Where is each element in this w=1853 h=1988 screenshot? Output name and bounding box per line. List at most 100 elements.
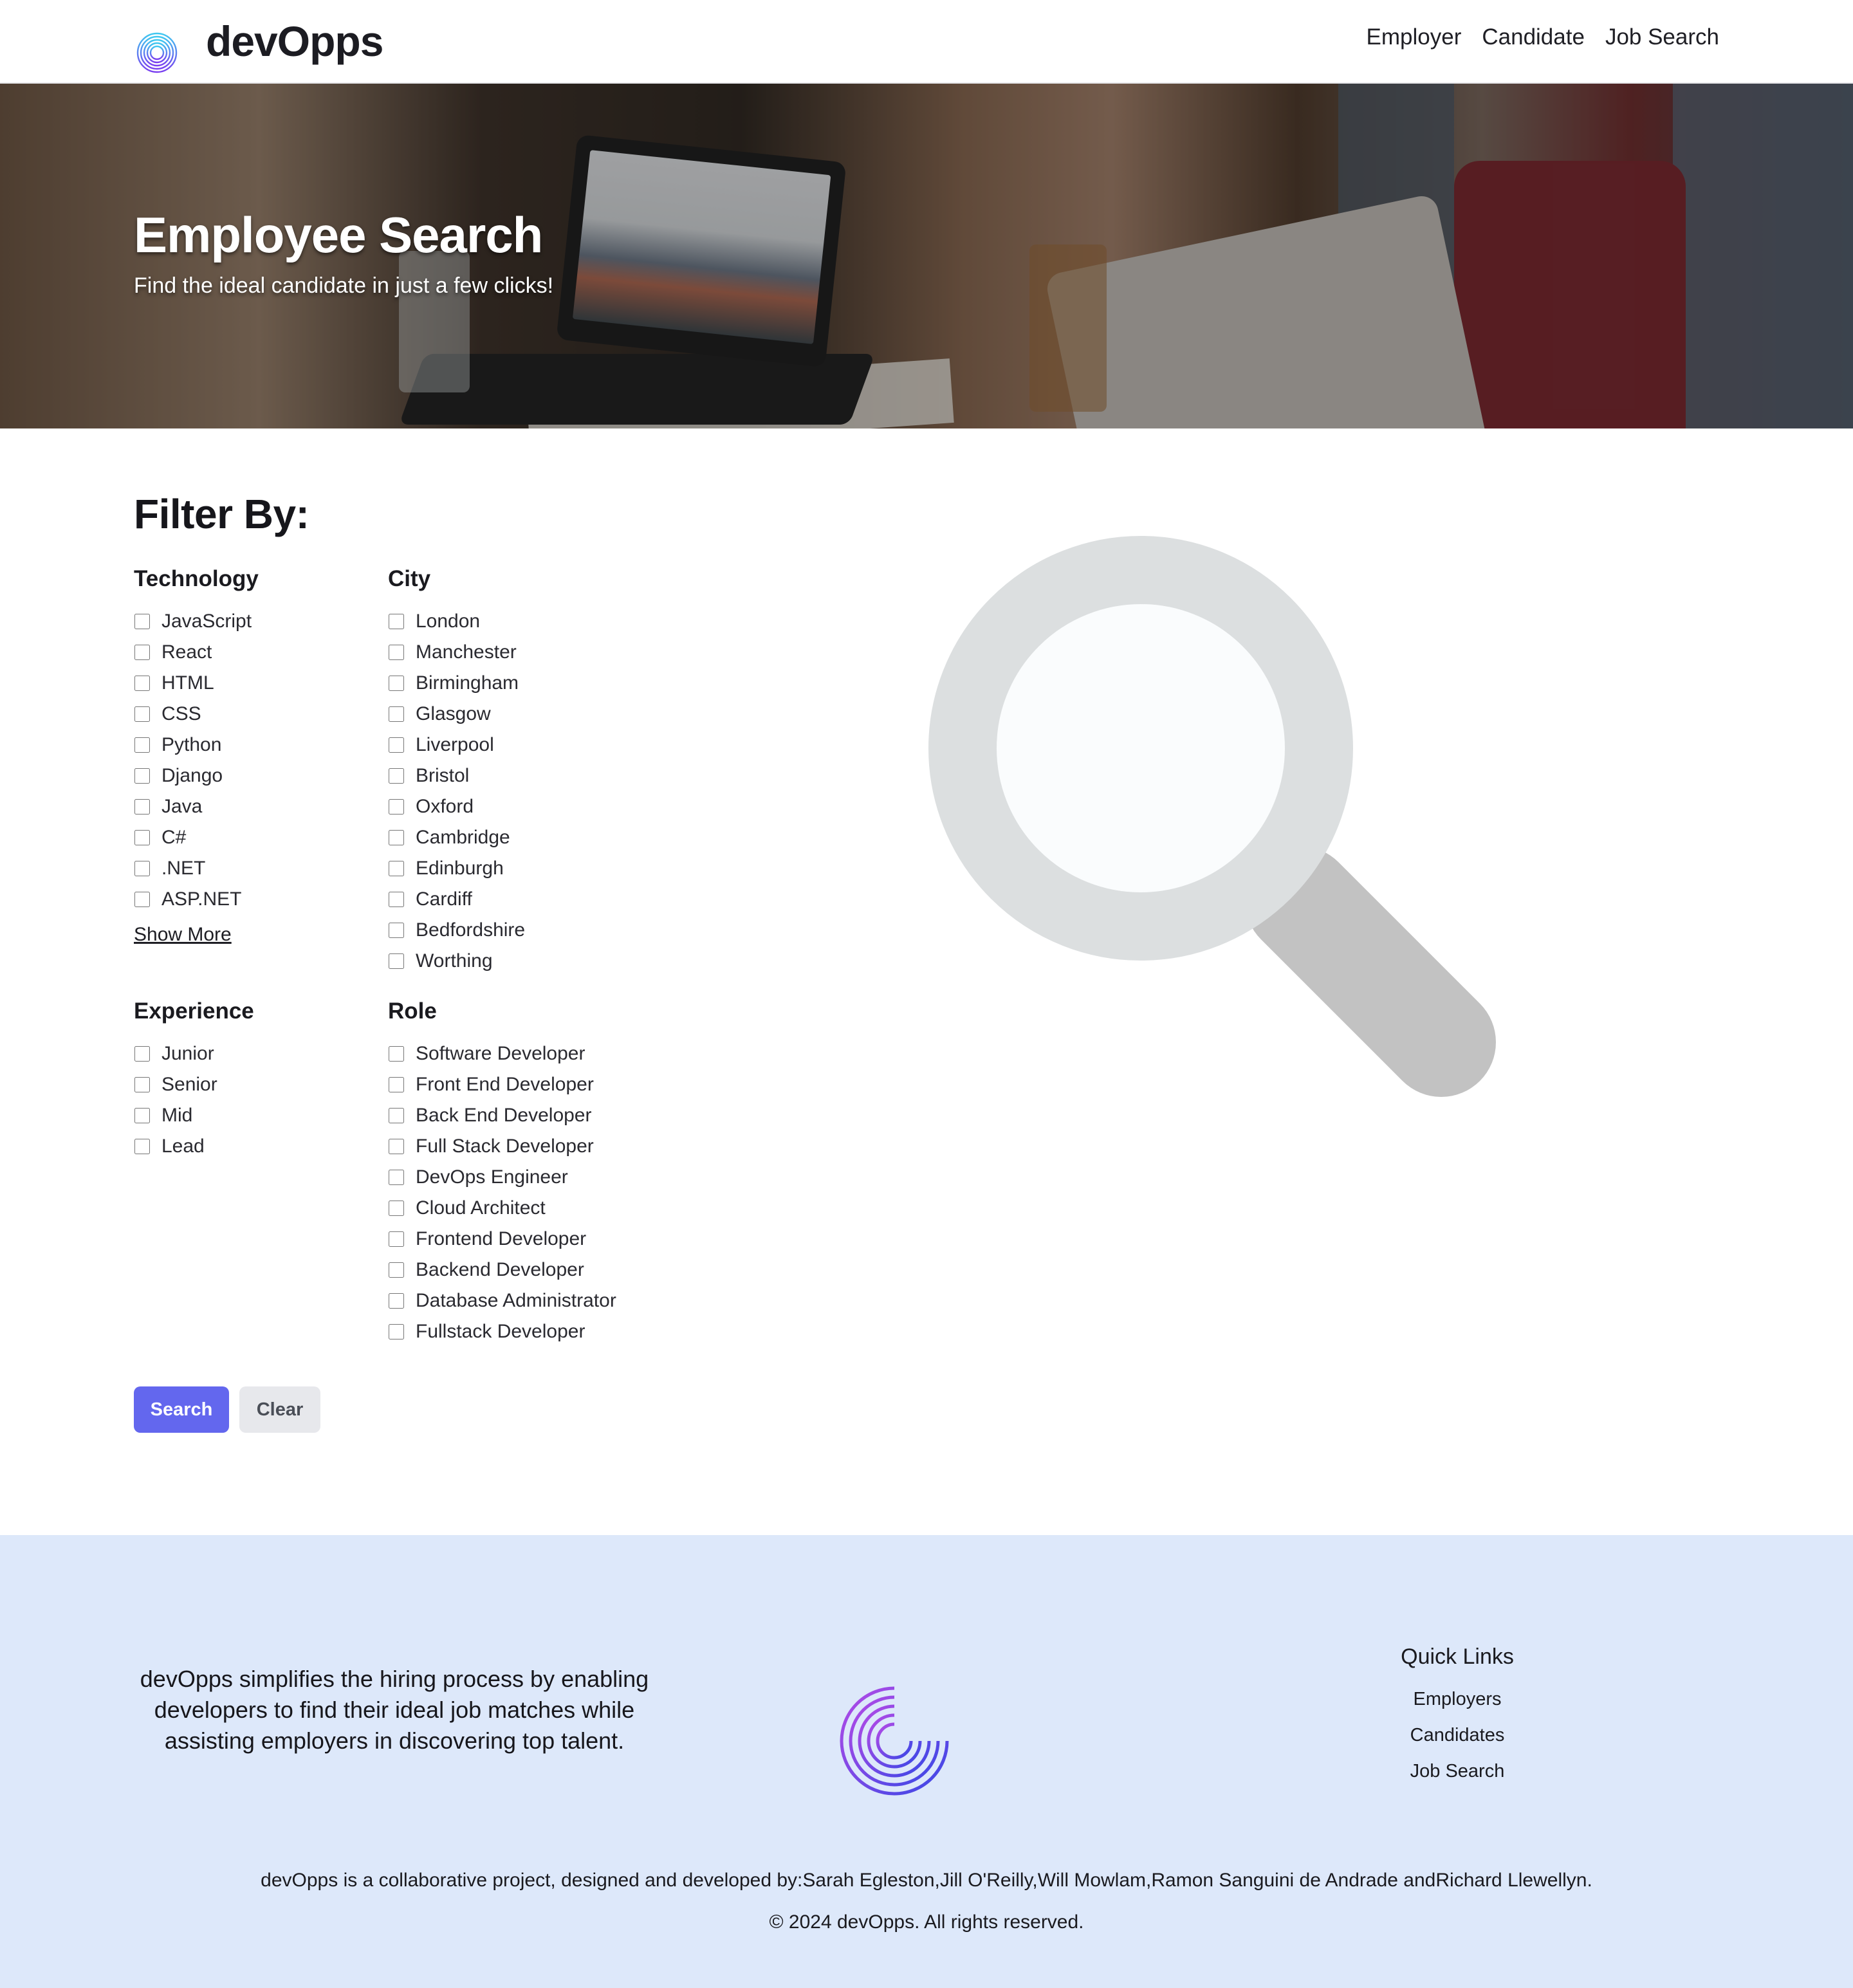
city-checkbox[interactable] — [389, 799, 404, 815]
role-filter-title: Role — [388, 999, 437, 1024]
footer-link-employers[interactable]: Employers — [1364, 1681, 1551, 1717]
main-nav: Employer Candidate Job Search — [1367, 24, 1719, 50]
technology-checkbox[interactable] — [134, 737, 150, 753]
footer-link-candidates[interactable]: Candidates — [1364, 1717, 1551, 1753]
city-checkbox[interactable] — [389, 861, 404, 876]
city-checkbox[interactable] — [389, 614, 404, 629]
city-checkbox[interactable] — [389, 892, 404, 907]
role-option-label: Software Developer — [416, 1043, 585, 1064]
technology-option-label: React — [161, 641, 212, 663]
show-more-link[interactable]: Show More — [134, 924, 232, 946]
role-checkbox[interactable] — [389, 1324, 404, 1339]
devopps-logo-icon — [136, 12, 192, 73]
city-option[interactable]: Worthing — [388, 946, 525, 977]
experience-option[interactable]: Junior — [134, 1038, 254, 1069]
technology-checkbox[interactable] — [134, 861, 150, 876]
experience-checkbox[interactable] — [134, 1139, 150, 1154]
experience-option[interactable]: Senior — [134, 1069, 254, 1100]
city-checkbox[interactable] — [389, 830, 404, 845]
city-checkbox[interactable] — [389, 645, 404, 660]
technology-checkbox[interactable] — [134, 830, 150, 845]
technology-option[interactable]: Django — [134, 760, 259, 791]
technology-checkbox[interactable] — [134, 799, 150, 815]
city-option-label: Bedfordshire — [416, 919, 526, 941]
technology-option[interactable]: Java — [134, 791, 259, 822]
technology-option[interactable]: .NET — [134, 853, 259, 884]
city-option[interactable]: Manchester — [388, 637, 525, 668]
nav-employer[interactable]: Employer — [1367, 24, 1462, 50]
role-option[interactable]: Back End Developer — [388, 1100, 616, 1131]
role-option[interactable]: Full Stack Developer — [388, 1131, 616, 1162]
brand[interactable]: devOpps — [134, 9, 383, 73]
city-option[interactable]: Glasgow — [388, 699, 525, 730]
technology-checkbox[interactable] — [134, 892, 150, 907]
role-filter: Role Software Developer Front End Develop… — [388, 996, 616, 1347]
technology-option[interactable]: ASP.NET — [134, 884, 259, 915]
experience-checkbox[interactable] — [134, 1108, 150, 1123]
technology-options: JavaScript React HTML CSS Python Django Java C#… — [134, 606, 259, 915]
experience-checkbox[interactable] — [134, 1046, 150, 1062]
role-option[interactable]: Database Administrator — [388, 1285, 616, 1316]
city-checkbox[interactable] — [389, 953, 404, 969]
city-option-label: Bristol — [416, 765, 470, 786]
city-option-label: London — [416, 611, 481, 632]
technology-checkbox[interactable] — [134, 768, 150, 784]
role-option[interactable]: Cloud Architect — [388, 1193, 616, 1224]
footer-about: devOpps simplifies the hiring process by… — [140, 1666, 649, 1754]
city-option[interactable]: Cardiff — [388, 884, 525, 915]
nav-job-search[interactable]: Job Search — [1605, 24, 1719, 50]
city-checkbox[interactable] — [389, 923, 404, 938]
technology-option[interactable]: HTML — [134, 668, 259, 699]
city-checkbox[interactable] — [389, 706, 404, 722]
technology-checkbox[interactable] — [134, 706, 150, 722]
city-option[interactable]: Oxford — [388, 791, 525, 822]
role-option[interactable]: Frontend Developer — [388, 1224, 616, 1255]
clear-button[interactable]: Clear — [239, 1386, 320, 1433]
city-option[interactable]: Bristol — [388, 760, 525, 791]
technology-option[interactable]: Python — [134, 730, 259, 760]
role-checkbox[interactable] — [389, 1293, 404, 1309]
city-option-label: Manchester — [416, 641, 517, 663]
city-option-label: Edinburgh — [416, 858, 504, 879]
technology-option-label: Django — [161, 765, 223, 786]
role-option[interactable]: Software Developer — [388, 1038, 616, 1069]
technology-checkbox[interactable] — [134, 676, 150, 691]
role-checkbox[interactable] — [389, 1108, 404, 1123]
technology-option-label: JavaScript — [161, 611, 252, 632]
technology-option[interactable]: C# — [134, 822, 259, 853]
role-option[interactable]: Backend Developer — [388, 1255, 616, 1285]
city-checkbox[interactable] — [389, 676, 404, 691]
city-option[interactable]: Cambridge — [388, 822, 525, 853]
city-option[interactable]: Liverpool — [388, 730, 525, 760]
city-option[interactable]: Birmingham — [388, 668, 525, 699]
role-checkbox[interactable] — [389, 1077, 404, 1092]
technology-checkbox[interactable] — [134, 614, 150, 629]
role-checkbox[interactable] — [389, 1231, 404, 1247]
search-button[interactable]: Search — [134, 1386, 229, 1433]
role-checkbox[interactable] — [389, 1170, 404, 1185]
city-checkbox[interactable] — [389, 737, 404, 753]
city-option[interactable]: Edinburgh — [388, 853, 525, 884]
nav-candidate[interactable]: Candidate — [1482, 24, 1585, 50]
site-footer: devOpps simplifies the hiring process by… — [0, 1535, 1853, 1988]
quick-links: Quick Links Employers Candidates Job Sea… — [1364, 1644, 1551, 1789]
city-checkbox[interactable] — [389, 768, 404, 784]
technology-option[interactable]: React — [134, 637, 259, 668]
city-option[interactable]: London — [388, 606, 525, 637]
technology-checkbox[interactable] — [134, 645, 150, 660]
role-option[interactable]: DevOps Engineer — [388, 1162, 616, 1193]
experience-option[interactable]: Lead — [134, 1131, 254, 1162]
technology-option[interactable]: JavaScript — [134, 606, 259, 637]
footer-link-job-search[interactable]: Job Search — [1364, 1753, 1551, 1789]
experience-checkbox[interactable] — [134, 1077, 150, 1092]
experience-option[interactable]: Mid — [134, 1100, 254, 1131]
technology-option[interactable]: CSS — [134, 699, 259, 730]
city-option[interactable]: Bedfordshire — [388, 915, 525, 946]
role-option[interactable]: Front End Developer — [388, 1069, 616, 1100]
role-checkbox[interactable] — [389, 1046, 404, 1062]
role-checkbox[interactable] — [389, 1201, 404, 1216]
role-option[interactable]: Fullstack Developer — [388, 1316, 616, 1347]
role-checkbox[interactable] — [389, 1262, 404, 1278]
city-filter-title: City — [388, 566, 431, 591]
role-checkbox[interactable] — [389, 1139, 404, 1154]
